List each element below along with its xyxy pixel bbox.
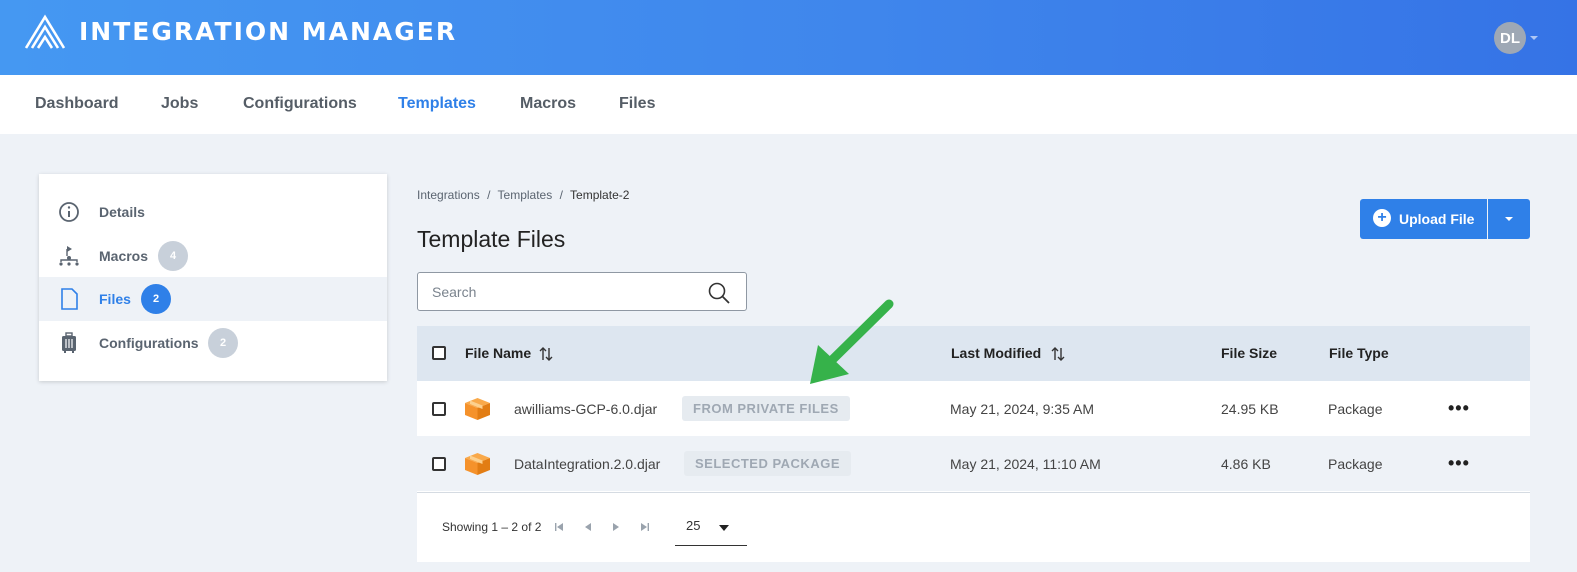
file-name[interactable]: awilliams-GCP-6.0.djar — [514, 401, 657, 417]
file-icon — [61, 288, 78, 310]
file-type: Package — [1328, 456, 1383, 472]
breadcrumb-integrations[interactable]: Integrations — [417, 188, 480, 202]
sidebar-item-label: Files — [99, 291, 131, 307]
logo-icon — [24, 14, 66, 49]
page-size-value: 25 — [686, 518, 701, 533]
nav-templates[interactable]: Templates — [398, 95, 476, 113]
info-icon — [59, 202, 79, 222]
top-nav: Dashboard Jobs Configurations Templates … — [0, 75, 1577, 134]
sort-icon[interactable] — [538, 346, 554, 362]
sidebar-item-macros[interactable]: Macros 4 — [39, 234, 387, 278]
plus-circle-icon: + — [1373, 209, 1391, 227]
column-file-size: File Size — [1221, 345, 1278, 361]
configurations-count-badge: 2 — [208, 328, 238, 358]
template-sidebar: Details Macros 4 Files 2 Configurations … — [39, 174, 387, 381]
nav-dashboard[interactable]: Dashboard — [35, 95, 119, 113]
sidebar-item-details[interactable]: Details — [39, 190, 387, 234]
last-page-icon[interactable] — [640, 522, 650, 532]
more-actions-icon[interactable]: ••• — [1448, 398, 1470, 419]
table-row[interactable]: DataIntegration.2.0.djar SELECTED PACKAG… — [417, 436, 1530, 491]
macros-count-badge: 4 — [158, 241, 188, 271]
column-file-type: File Type — [1329, 345, 1389, 361]
table-header: File Name Last Modified File Size File T… — [417, 326, 1530, 381]
showing-count: Showing 1 – 2 of 2 — [442, 520, 542, 534]
file-size: 24.95 KB — [1221, 401, 1279, 417]
last-modified: May 21, 2024, 9:35 AM — [950, 401, 1094, 417]
breadcrumb-current: Template-2 — [570, 188, 630, 202]
source-tag: FROM PRIVATE FILES — [682, 396, 850, 421]
package-icon — [465, 398, 490, 420]
row-checkbox[interactable] — [432, 402, 446, 416]
column-last-modified[interactable]: Last Modified — [951, 345, 1041, 361]
page-title: Template Files — [417, 226, 566, 252]
nav-files[interactable]: Files — [619, 95, 655, 113]
nav-configurations[interactable]: Configurations — [243, 95, 357, 113]
chevron-down-icon — [719, 525, 729, 531]
sort-icon[interactable] — [1050, 346, 1066, 362]
row-checkbox[interactable] — [432, 457, 446, 471]
app-header: INTEGRATION MANAGER DL — [0, 0, 1577, 75]
next-page-icon[interactable] — [611, 522, 621, 532]
breadcrumb: Integrations / Templates / Template-2 — [417, 188, 629, 202]
nav-macros[interactable]: Macros — [520, 95, 576, 113]
select-all-checkbox[interactable] — [432, 346, 446, 360]
pagination-bar: Showing 1 – 2 of 2 25 — [417, 492, 1530, 562]
file-size: 4.86 KB — [1221, 456, 1271, 472]
search-icon[interactable] — [707, 281, 731, 305]
page-size-select[interactable]: 25 — [675, 506, 747, 546]
package-icon — [465, 453, 490, 475]
files-count-badge: 2 — [141, 284, 171, 314]
search-box — [417, 272, 747, 311]
user-avatar[interactable]: DL — [1494, 22, 1526, 54]
breadcrumb-templates[interactable]: Templates — [498, 188, 553, 202]
sidebar-item-label: Details — [99, 204, 145, 220]
upload-options-dropdown-button[interactable] — [1488, 199, 1530, 239]
upload-file-label: Upload File — [1399, 211, 1475, 227]
first-page-icon[interactable] — [554, 522, 564, 532]
breadcrumb-separator: / — [487, 188, 491, 202]
upload-file-button[interactable]: + Upload File — [1360, 199, 1487, 239]
flow-icon — [59, 246, 79, 266]
file-name[interactable]: DataIntegration.2.0.djar — [514, 456, 660, 472]
app-title: INTEGRATION MANAGER — [79, 17, 458, 46]
files-table: File Name Last Modified File Size File T… — [417, 326, 1530, 562]
sidebar-item-configurations[interactable]: Configurations 2 — [39, 321, 387, 365]
previous-page-icon[interactable] — [583, 522, 593, 532]
more-actions-icon[interactable]: ••• — [1448, 453, 1470, 474]
table-row[interactable]: awilliams-GCP-6.0.djar FROM PRIVATE FILE… — [417, 381, 1530, 436]
sidebar-item-files[interactable]: Files 2 — [39, 277, 387, 321]
search-input[interactable] — [432, 282, 692, 302]
source-tag: SELECTED PACKAGE — [684, 451, 851, 476]
sidebar-item-label: Configurations — [99, 335, 199, 351]
last-modified: May 21, 2024, 11:10 AM — [950, 456, 1101, 472]
file-type: Package — [1328, 401, 1383, 417]
nav-jobs[interactable]: Jobs — [161, 95, 198, 113]
column-file-name[interactable]: File Name — [465, 345, 531, 361]
avatar-caret-icon[interactable] — [1530, 36, 1538, 40]
luggage-icon — [62, 332, 76, 353]
sidebar-item-label: Macros — [99, 248, 149, 264]
breadcrumb-separator: / — [559, 188, 563, 202]
